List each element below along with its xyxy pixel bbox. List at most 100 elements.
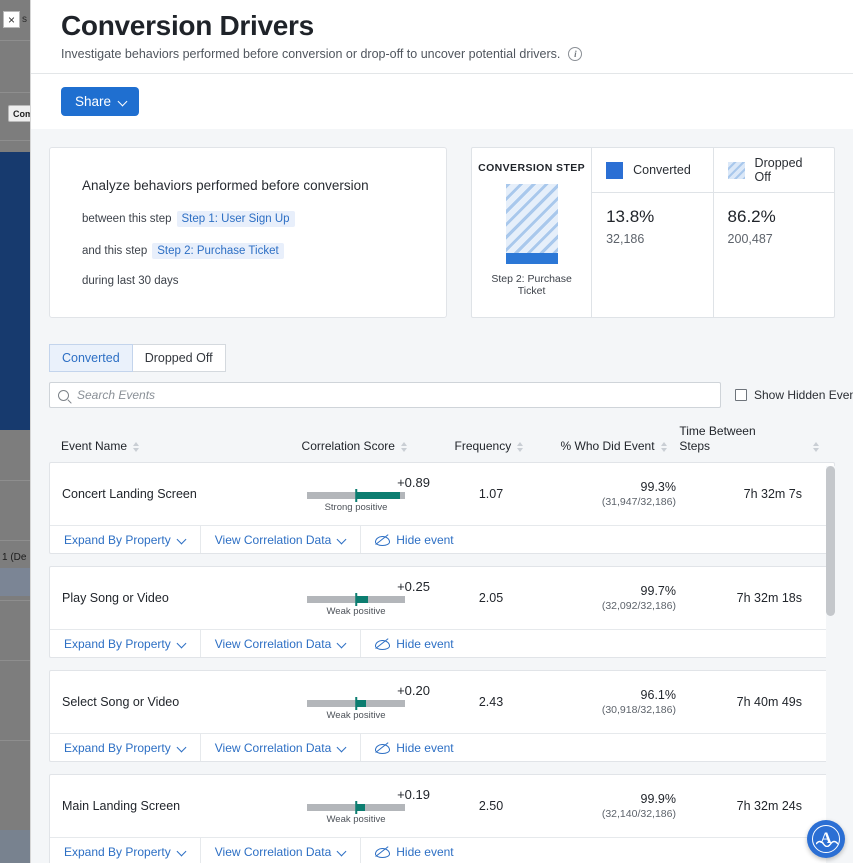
converted-stat-column: Converted 13.8% 32,186	[592, 148, 712, 317]
expand-by-property-label: Expand By Property	[64, 741, 171, 755]
sort-icon[interactable]	[517, 442, 523, 454]
background-app-overlay: × s Com 1 (De	[0, 0, 30, 863]
step-2-pill[interactable]: Step 2: Purchase Ticket	[152, 243, 283, 259]
frequency-value: 2.05	[432, 591, 550, 605]
percent-fraction: (31,947/32,186)	[550, 496, 676, 508]
chevron-down-icon	[178, 848, 186, 856]
tab-dropped-off[interactable]: Dropped Off	[133, 344, 226, 372]
expand-by-property-label: Expand By Property	[64, 845, 171, 859]
result-tabs: Converted Dropped Off	[49, 344, 835, 372]
step-1-pill[interactable]: Step 1: User Sign Up	[177, 211, 295, 227]
analyze-config-card: Analyze behaviors performed before conve…	[49, 147, 447, 318]
hide-event-button[interactable]: Hide event	[361, 838, 467, 863]
expand-by-property-button[interactable]: Expand By Property	[50, 838, 201, 863]
percent-fraction: (32,140/32,186)	[550, 808, 676, 820]
events-list-scrollbar[interactable]	[826, 466, 835, 863]
view-correlation-data-label: View Correlation Data	[215, 741, 332, 755]
background-chip[interactable]: Com	[8, 105, 30, 122]
percent-value: 96.1%	[550, 688, 676, 702]
view-correlation-data-button[interactable]: View Correlation Data	[201, 526, 362, 553]
summary-cards-row: Analyze behaviors performed before conve…	[49, 147, 835, 318]
hide-event-button[interactable]: Hide event	[361, 630, 467, 657]
expand-by-property-button[interactable]: Expand By Property	[50, 526, 201, 553]
correlation-score-caption: Strong positive	[325, 502, 388, 513]
view-correlation-data-button[interactable]: View Correlation Data	[201, 630, 362, 657]
event-row-main: Main Landing Screen+0.19Weak positive2.5…	[50, 775, 834, 837]
divider	[0, 40, 30, 41]
column-header-frequency[interactable]: Frequency	[430, 439, 548, 454]
hide-event-label: Hide event	[396, 637, 453, 651]
correlation-score-marker	[355, 489, 357, 502]
expand-by-property-button[interactable]: Expand By Property	[50, 630, 201, 657]
search-input[interactable]	[75, 387, 712, 403]
correlation-score-fill	[356, 492, 400, 499]
event-row-main: Play Song or Video+0.25Weak positive2.05…	[50, 567, 834, 629]
search-field-wrapper[interactable]	[49, 382, 721, 408]
chevron-down-icon	[178, 536, 186, 544]
view-correlation-data-label: View Correlation Data	[215, 533, 332, 547]
chevron-down-icon	[178, 744, 186, 752]
column-header-correlation-score[interactable]: Correlation Score	[278, 439, 430, 454]
column-header-percent-who-did-event[interactable]: % Who Did Event	[548, 439, 680, 454]
sort-icon[interactable]	[401, 442, 407, 454]
hide-event-button[interactable]: Hide event	[361, 734, 467, 761]
correlation-score-marker	[355, 593, 357, 606]
sort-icon[interactable]	[661, 442, 667, 454]
search-row: Show Hidden Events	[49, 382, 835, 408]
column-header-time-between-steps[interactable]: Time Between Steps	[679, 424, 819, 454]
chevron-down-icon	[338, 848, 346, 856]
analyze-duration-row[interactable]: during last 30 days	[82, 275, 414, 287]
divider	[0, 600, 30, 601]
converted-legend: Converted	[592, 148, 712, 193]
event-name: Select Song or Video	[62, 695, 280, 709]
expand-by-property-label: Expand By Property	[64, 637, 171, 651]
column-label: Event Name	[61, 439, 127, 454]
sort-icon[interactable]	[813, 442, 819, 454]
correlation-score-value: +0.89	[397, 475, 430, 490]
view-correlation-data-button[interactable]: View Correlation Data	[201, 838, 362, 863]
dropped-off-percent: 86.2%	[728, 207, 820, 227]
conversion-step-bar-chart	[506, 184, 558, 264]
hide-event-label: Hide event	[396, 533, 453, 547]
share-button-label: Share	[75, 94, 111, 109]
conversion-step-label: CONVERSION STEP	[478, 162, 585, 174]
eye-slash-icon	[375, 638, 389, 649]
page-subtitle-row: Investigate behaviors performed before c…	[61, 47, 853, 61]
share-button[interactable]: Share	[61, 87, 139, 116]
events-rows-container: Concert Landing Screen+0.89Strong positi…	[49, 462, 835, 863]
converted-percent: 13.8%	[606, 207, 698, 227]
scrollbar-thumb[interactable]	[826, 466, 835, 616]
view-correlation-data-label: View Correlation Data	[215, 845, 332, 859]
correlation-score-value: +0.20	[397, 683, 430, 698]
analyze-card-title: Analyze behaviors performed before conve…	[82, 178, 414, 193]
view-correlation-data-button[interactable]: View Correlation Data	[201, 734, 362, 761]
percent-fraction: (30,918/32,186)	[550, 704, 676, 716]
percent-value: 99.3%	[550, 480, 676, 494]
correlation-score-marker	[355, 697, 357, 710]
sort-icon[interactable]	[133, 442, 139, 454]
percent-who-did-event-cell: 99.9%(32,140/32,186)	[550, 792, 682, 820]
event-row-main: Concert Landing Screen+0.89Strong positi…	[50, 463, 834, 525]
percent-who-did-event-cell: 96.1% (30,918/32,186)	[550, 688, 682, 716]
event-row-actions: Expand By Property View Correlation Data H…	[50, 733, 834, 761]
column-label: % Who Did Event	[561, 439, 655, 454]
chevron-down-icon	[178, 640, 186, 648]
dropped-off-swatch-icon	[728, 162, 745, 179]
hide-event-button[interactable]: Hide event	[361, 526, 467, 553]
column-header-event-name[interactable]: Event Name	[61, 439, 278, 454]
tab-converted[interactable]: Converted	[49, 344, 133, 372]
info-icon[interactable]: i	[568, 47, 582, 61]
amplitude-logo-icon[interactable]: A	[807, 820, 845, 858]
chevron-down-icon	[338, 640, 346, 648]
divider	[0, 740, 30, 741]
event-row-main: Select Song or Video+0.20Weak positive2.…	[50, 671, 834, 733]
expand-by-property-button[interactable]: Expand By Property	[50, 734, 201, 761]
show-hidden-events-checkbox[interactable]	[735, 389, 747, 401]
time-between-steps-value: 7h 32m 24s	[682, 799, 802, 813]
view-correlation-data-label: View Correlation Data	[215, 637, 332, 651]
show-hidden-events-toggle[interactable]: Show Hidden Events	[735, 388, 853, 402]
eye-slash-icon	[375, 846, 389, 857]
close-icon[interactable]: ×	[3, 11, 20, 28]
main-content: Analyze behaviors performed before conve…	[31, 129, 853, 863]
wave-icon	[816, 840, 838, 847]
